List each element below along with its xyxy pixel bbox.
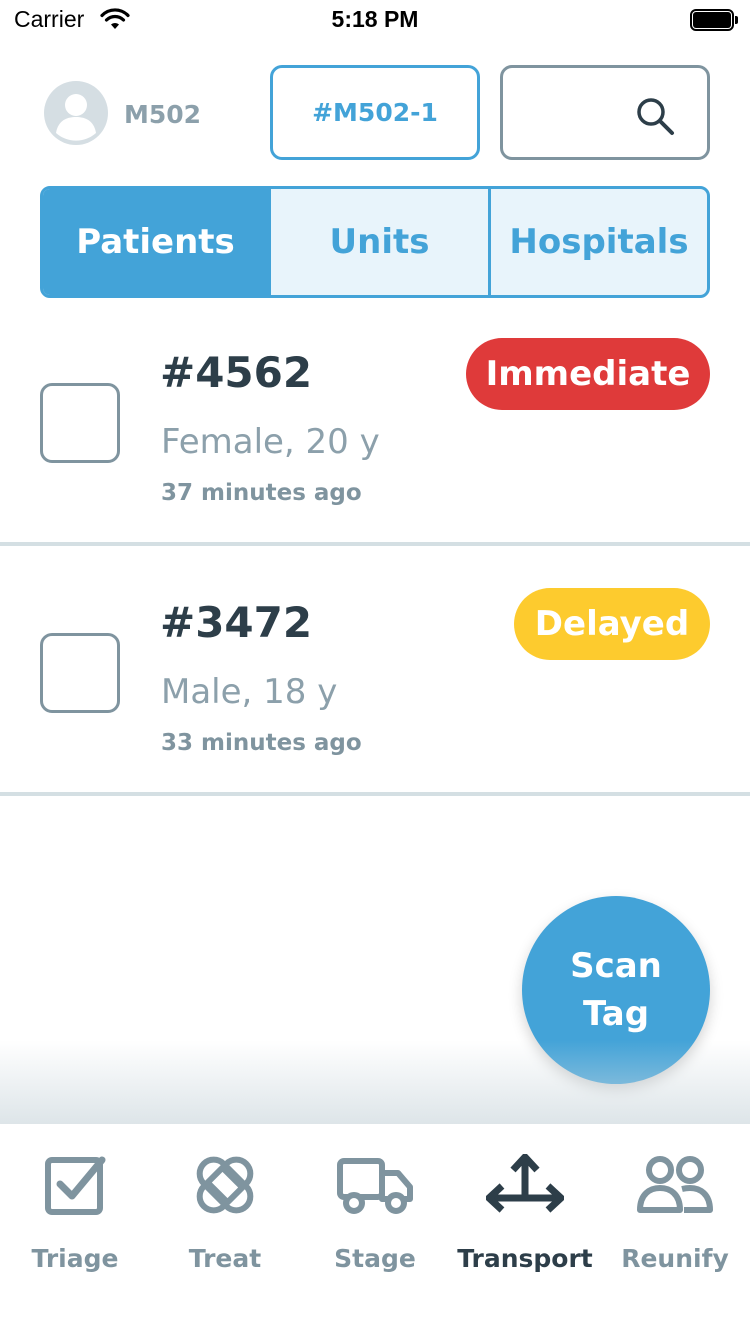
tabbar-item-reunify[interactable]: Reunify: [600, 1124, 750, 1294]
tabbar-label: Reunify: [621, 1244, 729, 1273]
patient-row[interactable]: #4562 Female, 20 y 37 minutes ago Immedi…: [0, 296, 750, 546]
patient-row[interactable]: #3472 Male, 18 y 33 minutes ago Delayed: [0, 546, 750, 796]
tabbar-item-treat[interactable]: Treat: [150, 1124, 300, 1294]
tabbar-label: Stage: [334, 1244, 416, 1273]
tabbar-item-transport[interactable]: Transport: [450, 1124, 600, 1294]
tab-units[interactable]: Units: [268, 189, 488, 295]
view-tabs: Patients Units Hospitals: [40, 186, 710, 298]
avatar[interactable]: [44, 81, 108, 145]
unit-button[interactable]: #M502-1: [270, 65, 480, 160]
tabbar-item-stage[interactable]: Stage: [300, 1124, 450, 1294]
move-arrows-icon: [486, 1154, 564, 1213]
tabbar-label: Treat: [188, 1244, 262, 1273]
user-label: M502: [124, 100, 202, 129]
clock: 5:18 PM: [331, 6, 419, 32]
tab-hospitals[interactable]: Hospitals: [488, 189, 707, 295]
search-icon: [637, 98, 674, 135]
tabbar-label: Transport: [457, 1244, 593, 1273]
patient-checkbox[interactable]: [40, 633, 120, 713]
patient-id: #4562: [160, 348, 313, 397]
patient-id: #3472: [160, 598, 313, 647]
tabbar-item-triage[interactable]: Triage: [0, 1124, 150, 1294]
tabbar-label: Triage: [31, 1244, 119, 1273]
truck-icon: [337, 1158, 413, 1214]
priority-badge: Delayed: [514, 588, 710, 660]
scan-tag-line1: Scan: [570, 946, 662, 986]
bandage-icon: [196, 1156, 254, 1214]
people-icon: [637, 1156, 713, 1213]
patient-time: 37 minutes ago: [161, 480, 362, 506]
patient-checkbox[interactable]: [40, 383, 120, 463]
scan-tag-line2: Tag: [582, 994, 650, 1034]
patient-info: Male, 18 y: [161, 672, 338, 712]
search-box[interactable]: [500, 65, 710, 160]
patient-time: 33 minutes ago: [161, 730, 362, 756]
checkbox-icon: [45, 1156, 106, 1215]
tabbar-shadow: [0, 1040, 750, 1124]
patient-info: Female, 20 y: [161, 422, 380, 462]
user-icon: [46, 83, 106, 143]
battery-icon: [690, 9, 738, 31]
status-bar: Carrier 5:18 PM: [0, 0, 750, 40]
tab-patients[interactable]: Patients: [43, 189, 268, 295]
bottom-tab-bar: Triage Treat Stage Transport Reunify: [0, 1124, 750, 1334]
priority-badge: Immediate: [466, 338, 710, 410]
